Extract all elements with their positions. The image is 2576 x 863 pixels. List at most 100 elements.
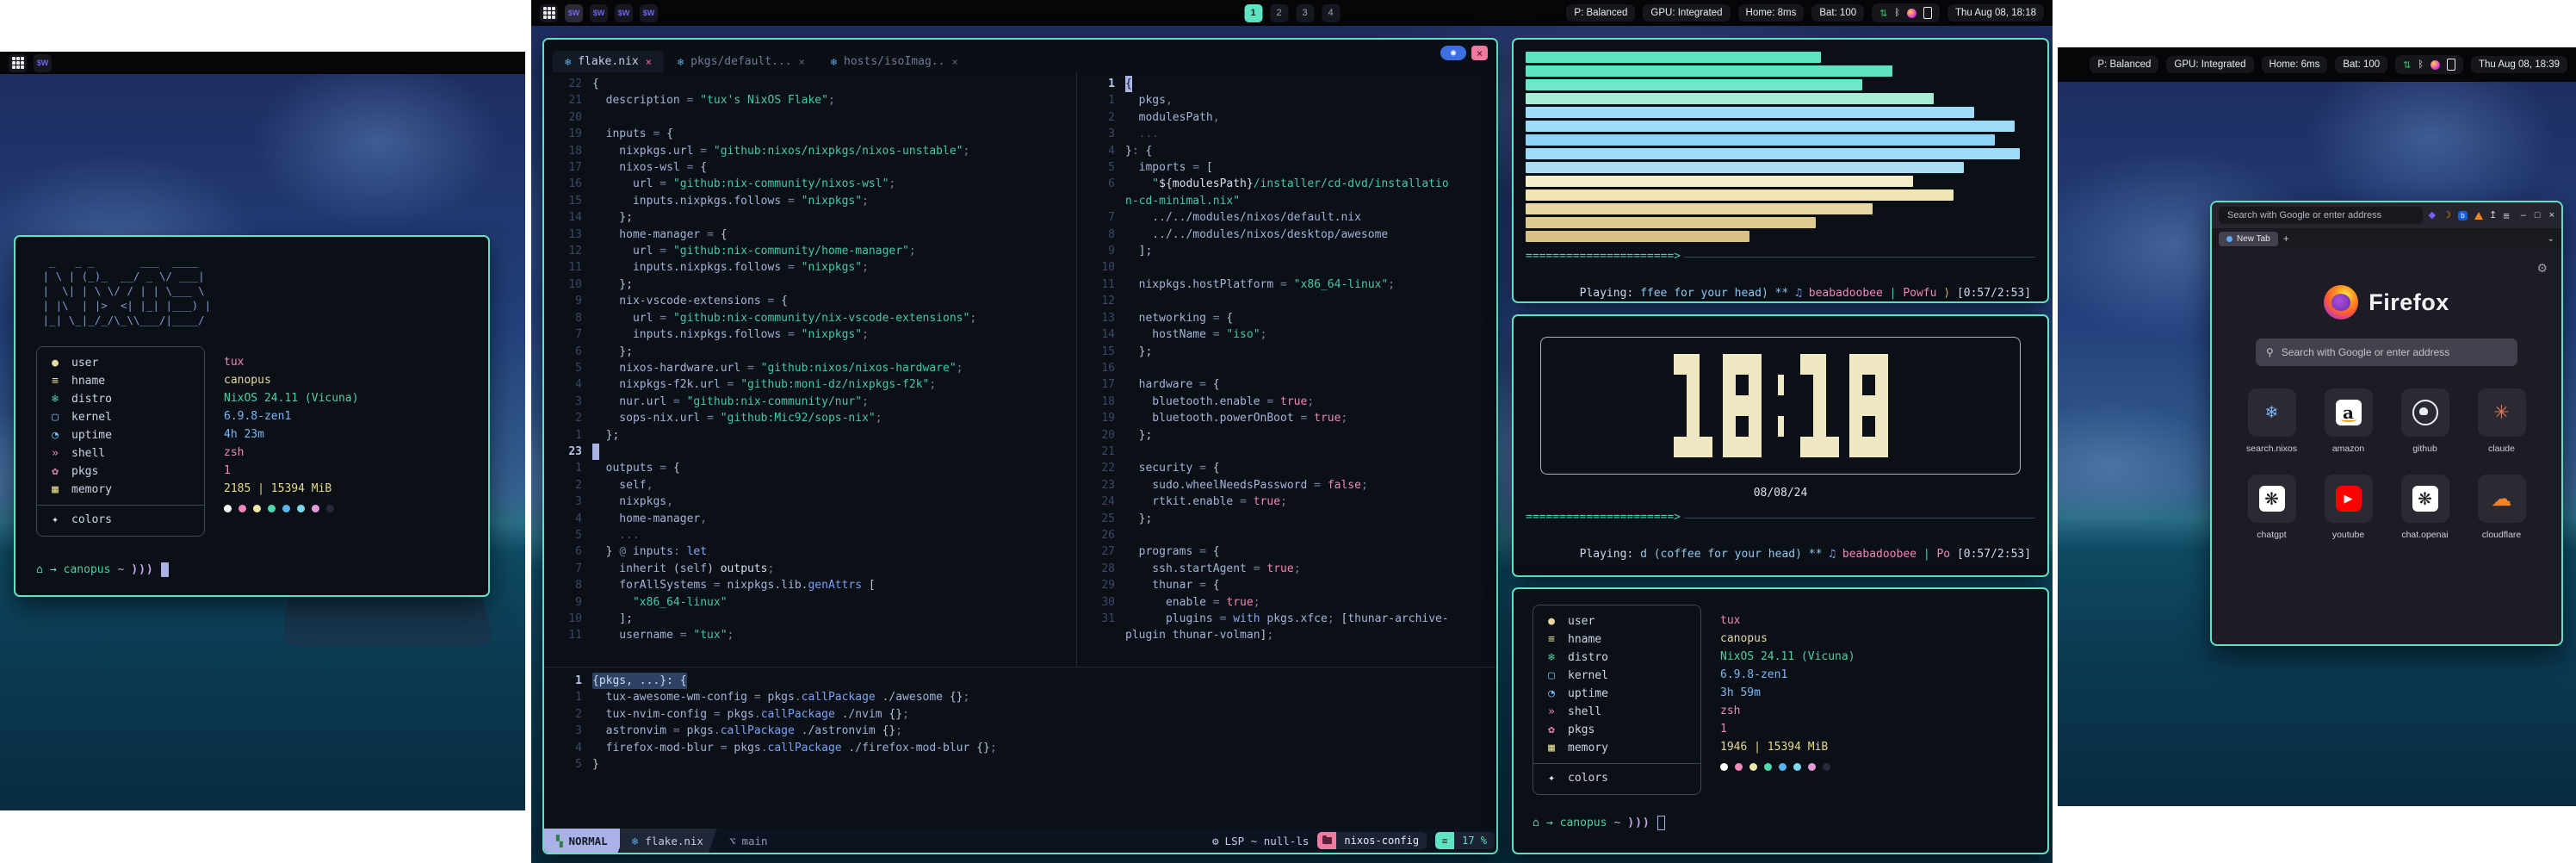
shortcut-tile[interactable]: ❋ xyxy=(2248,475,2296,523)
bluetooth-icon[interactable]: ᛒ xyxy=(1894,8,1900,18)
code-line: 18 bluetooth.enable = true; xyxy=(1077,394,1496,410)
pane-close-button[interactable]: × xyxy=(1471,46,1488,60)
phone-icon[interactable] xyxy=(2447,59,2455,71)
shortcut-label: search.nixos xyxy=(2246,444,2297,454)
network-icon[interactable]: ⇅ xyxy=(1879,8,1887,19)
gpu-pill[interactable]: GPU: Integrated xyxy=(2166,56,2253,73)
tab-new-tab[interactable]: New Tab xyxy=(2219,232,2278,246)
battery-pill[interactable]: Bat: 100 xyxy=(2335,56,2387,73)
url-bar[interactable]: Search with Google or enter address xyxy=(2219,207,2423,224)
lines-icon: ≡ xyxy=(1435,832,1454,849)
phone-icon[interactable] xyxy=(1923,7,1932,19)
upload-icon[interactable]: ↥ xyxy=(2489,211,2497,220)
tab-close-icon[interactable]: × xyxy=(646,56,652,68)
shortcut-youtube[interactable]: ▶youtube xyxy=(2324,475,2374,540)
music-note-icon: ♫ xyxy=(1795,287,1809,300)
app-icon-window-4[interactable]: $W xyxy=(640,4,658,22)
terminal-fastfetch-right[interactable]: ●user≡hname❄distro▢kernel◔uptime»shell✿p… xyxy=(1512,587,2049,854)
firefox-toolbar: Search with Google or enter address ◆☽b … xyxy=(2212,202,2561,228)
maximize-button[interactable]: □ xyxy=(2535,210,2541,220)
memory-icon: ▦ xyxy=(1545,739,1557,757)
cava-bar xyxy=(1526,189,1954,201)
shortcut-tile[interactable]: ✳ xyxy=(2478,388,2526,437)
ping-pill[interactable]: Home: 8ms xyxy=(1738,4,1805,22)
tab-close-icon[interactable]: × xyxy=(799,56,805,68)
network-icon[interactable]: ⇅ xyxy=(2403,59,2411,71)
app-icon-window-1[interactable]: $W xyxy=(565,4,583,22)
prompt-hostname: canopus xyxy=(1560,816,1607,829)
shortcut-amazon[interactable]: aamazon xyxy=(2324,388,2374,454)
menu-icon[interactable]: ≡ xyxy=(2503,210,2510,221)
clock-digit-1 xyxy=(1674,354,1712,457)
prompt-chevrons: ))) xyxy=(1627,816,1650,829)
app-launcher-icon[interactable] xyxy=(9,54,27,72)
line-number: 8 xyxy=(544,310,592,326)
color-dot xyxy=(224,505,232,512)
workspace-button-4[interactable]: 4 xyxy=(1322,4,1340,22)
ping-pill[interactable]: Home: 6ms xyxy=(2262,56,2328,73)
shortcut-tiles: ❄ search.nixos aamazon github ✳claude ❋chatgp… xyxy=(2247,388,2527,540)
power-profile-pill[interactable]: P: Balanced xyxy=(2090,56,2158,73)
shortcut-github[interactable]: github xyxy=(2400,388,2450,454)
profile-orb-icon[interactable] xyxy=(1907,9,1917,18)
clock-pill[interactable]: Thu Aug 08, 18:18 xyxy=(1947,4,2044,22)
shortcut-tile[interactable]: ☁ xyxy=(2478,475,2526,523)
color-dot xyxy=(282,505,290,512)
shortcut-tile[interactable]: ❋ xyxy=(2401,475,2449,523)
fetch-value-hname: canopus xyxy=(224,371,359,389)
shortcut-cloudflare[interactable]: ☁cloudflare xyxy=(2477,475,2527,540)
battery-pill[interactable]: Bat: 100 xyxy=(1811,4,1864,22)
shortcut-tile[interactable]: ❄ xyxy=(2248,388,2296,437)
app-icon-window-3[interactable]: $W xyxy=(615,4,633,22)
close-button[interactable]: × xyxy=(2549,210,2554,220)
firefox-window[interactable]: Search with Google or enter address ◆☽b … xyxy=(2210,201,2563,646)
app-icon-window[interactable]: $W xyxy=(34,54,52,72)
editor-pane-flake[interactable]: 22{21 description = "tux's NixOS Flake";… xyxy=(544,72,1077,667)
code-line: 1{ xyxy=(1077,76,1496,92)
profile-orb-icon[interactable] xyxy=(2430,60,2440,70)
extension-bitwarden-icon[interactable]: b xyxy=(2458,211,2468,220)
tab-flake-nix[interactable]: ❄ flake.nix × xyxy=(553,51,664,72)
newtab-search-input[interactable]: ⚲ Search with Google or enter address xyxy=(2256,338,2517,366)
power-profile-pill[interactable]: P: Balanced xyxy=(1566,4,1635,22)
shortcut-chat.openai[interactable]: ❋chat.openai xyxy=(2400,475,2450,540)
shortcut-search.nixos[interactable]: ❄ search.nixos xyxy=(2247,388,2297,454)
tab-hosts-isoimage[interactable]: ❄ hosts/isoImag.. × xyxy=(819,51,970,72)
shortcut-tile[interactable]: ▶ xyxy=(2325,475,2373,523)
toggle-eye-button[interactable]: ◉ xyxy=(1440,46,1466,60)
gpu-pill[interactable]: GPU: Integrated xyxy=(1643,4,1730,22)
newtab-settings-gear-icon[interactable]: ⚙ xyxy=(2536,261,2548,276)
extension-dark-reader-icon[interactable]: ☽ xyxy=(2443,211,2451,220)
code-line: 17 hardware = { xyxy=(1077,376,1496,393)
terminal-cava[interactable]: ======================> Playing: ffee fo… xyxy=(1512,38,2049,303)
tab-pkgs-default[interactable]: ❄ pkgs/default... × xyxy=(666,51,817,72)
terminal-clock[interactable]: 08/08/24 ======================> Playing… xyxy=(1512,314,2049,577)
terminal-fastfetch-left[interactable]: _ _ _ ___ ____ | \ | (_)_ __/ _ \/ ___| … xyxy=(14,235,490,597)
shortcut-tile[interactable] xyxy=(2401,388,2449,437)
shortcut-claude[interactable]: ✳claude xyxy=(2477,388,2527,454)
workspace-button-1[interactable]: 1 xyxy=(1244,4,1262,22)
extension-metamask-icon[interactable] xyxy=(2474,212,2483,220)
clock-pill[interactable]: Thu Aug 08, 18:39 xyxy=(2471,56,2567,73)
terminal-cursor[interactable] xyxy=(161,562,169,577)
bluetooth-icon[interactable]: ᛒ xyxy=(2418,59,2424,70)
workspace-button-2[interactable]: 2 xyxy=(1270,4,1288,22)
shortcut-tile[interactable]: a xyxy=(2325,388,2373,437)
app-launcher-icon[interactable] xyxy=(540,4,558,22)
color-dot xyxy=(1764,763,1772,771)
workspace-button-3[interactable]: 3 xyxy=(1296,4,1314,22)
nix-file-icon: ❄ xyxy=(632,835,639,847)
app-icon-window-2[interactable]: $W xyxy=(590,4,608,22)
system-tray[interactable]: ⇅ ᛒ xyxy=(2395,55,2463,74)
editor-pane-iso[interactable]: 1{1 pkgs,2 modulesPath,3 ...4}: {5 impor… xyxy=(1077,72,1496,667)
terminal-cursor[interactable] xyxy=(1657,816,1665,830)
tab-close-icon[interactable]: × xyxy=(951,56,957,68)
editor-pane-pkgs[interactable]: 1{pkgs, ...}: {1 tux-awesome-wm-config =… xyxy=(544,667,1496,773)
system-tray[interactable]: ⇅ ᛒ xyxy=(1872,3,1940,22)
new-tab-button[interactable]: + xyxy=(2283,233,2289,245)
minimize-button[interactable]: – xyxy=(2521,210,2526,220)
tab-list-chevron-icon[interactable]: ⌄ xyxy=(2548,234,2554,244)
neovim-window[interactable]: ❄ flake.nix × ❄ pkgs/default... × ❄ host… xyxy=(542,38,1498,854)
shortcut-chatgpt[interactable]: ❋chatgpt xyxy=(2247,475,2297,540)
extension-purple-diamond-icon[interactable]: ◆ xyxy=(2429,211,2436,220)
